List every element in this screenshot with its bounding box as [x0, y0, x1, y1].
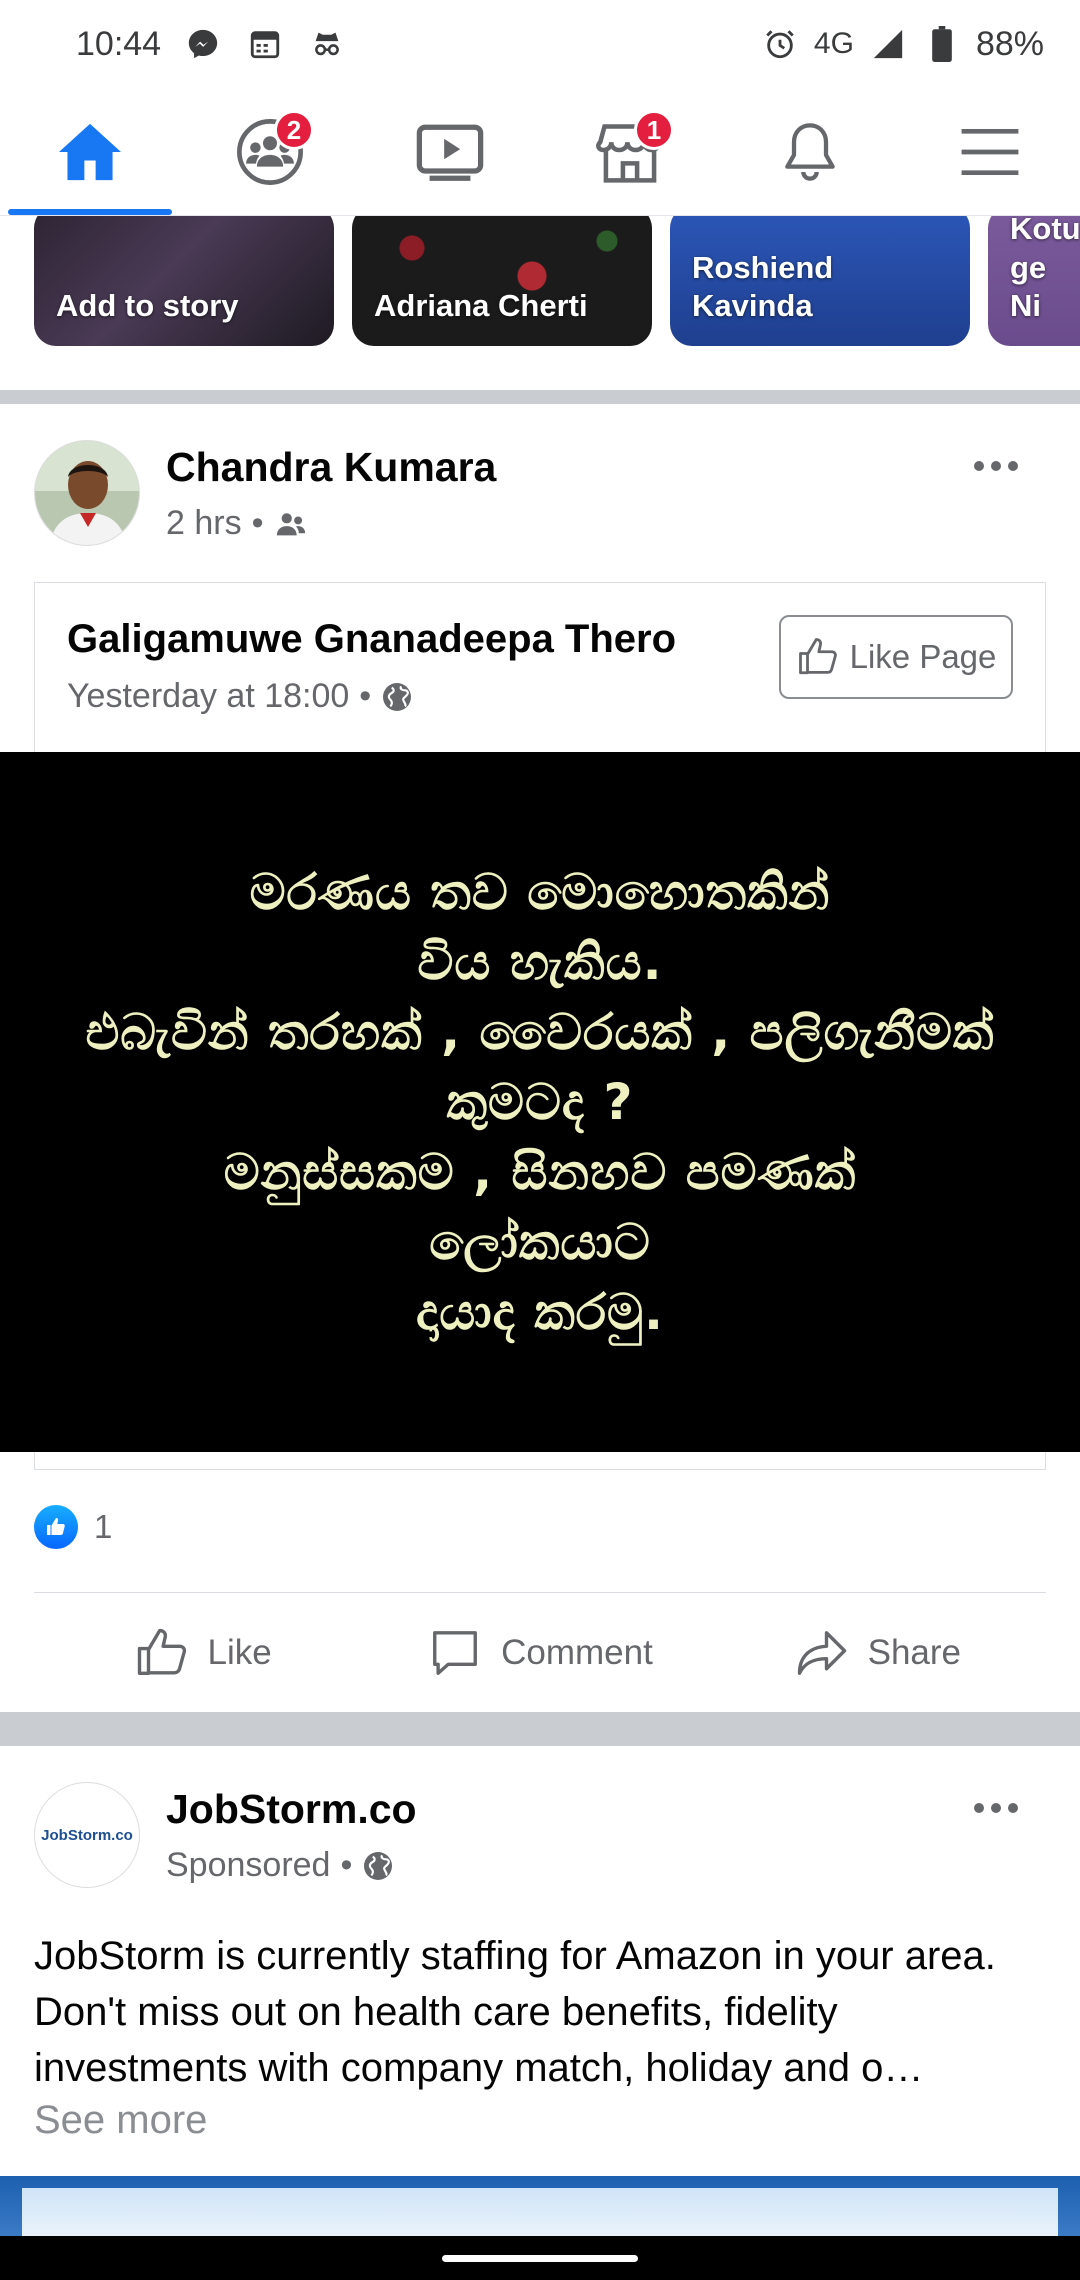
tab-marketplace[interactable]: 1: [540, 88, 720, 215]
tab-groups[interactable]: 2: [180, 88, 360, 215]
reaction-count: 1: [94, 1508, 113, 1545]
shared-post-time[interactable]: Yesterday at 18:00: [67, 677, 349, 716]
alarm-icon: [760, 24, 800, 64]
image-text-line: විය හැකිය.: [417, 933, 663, 991]
like-button[interactable]: Like: [34, 1593, 371, 1712]
friends-icon: [276, 512, 305, 535]
image-text-line: ලෝකයාට: [429, 1213, 651, 1271]
ad-image[interactable]: [0, 2176, 1080, 2236]
like-page-label: Like Page: [849, 638, 997, 675]
stories-row: Add to story Adriana Cherti Roshiend Kav…: [0, 216, 1080, 386]
post-image[interactable]: මරණය තව මොහොතකින් විය හැකිය. එබැවින් තරහ…: [0, 752, 1080, 1452]
story-label: Add to story: [56, 288, 239, 324]
calendar-icon: [245, 24, 285, 64]
like-page-button[interactable]: Like Page: [779, 615, 1013, 699]
bell-icon: [785, 122, 835, 181]
top-navigation: 2 1: [0, 88, 1080, 216]
image-text-line: කුමටද ?: [446, 1073, 634, 1131]
home-icon: [59, 123, 121, 180]
meta-separator: •: [340, 1846, 353, 1884]
feed-divider: [0, 390, 1080, 404]
story-card[interactable]: Adriana Cherti: [352, 216, 652, 346]
story-card-add[interactable]: Add to story: [34, 216, 334, 346]
thumbs-up-icon: [798, 638, 837, 675]
sponsored-label[interactable]: Sponsored: [166, 1846, 330, 1885]
post-author[interactable]: Chandra Kumara: [166, 444, 496, 491]
meta-separator: •: [251, 504, 264, 542]
post-author[interactable]: JobStorm.co: [166, 1786, 417, 1833]
network-type: 4G: [813, 27, 854, 60]
marketplace-badge: 1: [634, 110, 674, 150]
tab-notifications[interactable]: [720, 88, 900, 215]
post-time[interactable]: 2 hrs: [166, 504, 242, 543]
shared-page-name[interactable]: Galigamuwe Gnanadeepa Thero: [67, 617, 676, 662]
comment-label: Comment: [501, 1632, 653, 1672]
incognito-icon: [307, 24, 347, 64]
page-logo[interactable]: JobStorm.co: [34, 1782, 140, 1888]
post-actions: Like Comment Share: [34, 1592, 1046, 1712]
post-meta: 2 hrs •: [166, 504, 308, 543]
battery-icon: [922, 24, 962, 64]
more-options-icon[interactable]: [966, 1788, 1026, 1828]
comment-button[interactable]: Comment: [371, 1593, 708, 1712]
tab-home[interactable]: [0, 88, 180, 215]
meta-separator: •: [359, 677, 372, 715]
signal-icon: [868, 24, 908, 64]
status-time: 10:44: [76, 24, 162, 63]
battery-percentage: 88%: [975, 24, 1044, 63]
home-indicator[interactable]: [442, 2254, 638, 2262]
story-card[interactable]: Kotu ge Ni: [988, 216, 1080, 346]
shared-post-header: Galigamuwe Gnanadeepa Thero Yesterday at…: [35, 583, 1045, 753]
system-navigation-bar: [0, 2236, 1080, 2280]
post-header: Chandra Kumara 2 hrs •: [34, 440, 1046, 550]
post-meta: Sponsored •: [166, 1846, 394, 1885]
tab-watch[interactable]: [360, 88, 540, 215]
story-label: Adriana Cherti: [374, 288, 588, 324]
ad-image-sky: [22, 2188, 1058, 2236]
avatar[interactable]: [34, 440, 140, 546]
reaction-summary[interactable]: 1: [34, 1505, 112, 1549]
globe-icon: [383, 682, 412, 711]
messenger-icon: [183, 24, 223, 64]
status-bar: 10:44 4G 88%: [0, 0, 1080, 88]
hamburger-icon: [961, 128, 1019, 175]
like-label: Like: [207, 1632, 272, 1672]
comment-icon: [433, 1630, 478, 1675]
share-icon: [797, 1630, 846, 1675]
logo-text: JobStorm.co: [41, 1826, 133, 1844]
more-options-icon[interactable]: [966, 446, 1026, 486]
thumbs-up-icon: [137, 1628, 186, 1675]
post-caption: JobStorm is currently staffing for Amazo…: [34, 1934, 996, 2090]
story-label: Roshiend Kavinda: [692, 249, 834, 324]
image-text-line: මරණය තව මොහොතකින්: [249, 863, 831, 921]
image-text-line: එබැවින් තරහක් , වෛරයක් , පලිගැනීමක්: [85, 1003, 995, 1061]
image-text-line: මනුස්සකම , සිනහව පමණක්: [223, 1143, 857, 1201]
story-card[interactable]: Roshiend Kavinda: [670, 216, 970, 346]
groups-badge: 2: [274, 110, 314, 150]
see-more-link[interactable]: See more: [34, 2098, 207, 2143]
video-icon: [416, 124, 484, 181]
image-text-line: දායාද කරමු.: [416, 1283, 664, 1341]
feed-divider: [0, 1712, 1080, 1746]
story-label: Kotu ge Ni: [1010, 216, 1080, 324]
globe-icon: [364, 1851, 393, 1880]
tab-menu[interactable]: [900, 88, 1080, 215]
share-label: Share: [867, 1632, 962, 1672]
shared-post-meta: Yesterday at 18:00 •: [67, 677, 413, 716]
share-button[interactable]: Share: [709, 1593, 1046, 1712]
like-reaction-icon: [34, 1505, 78, 1549]
post-header: JobStorm.co JobStorm.co Sponsored •: [34, 1782, 1046, 1892]
